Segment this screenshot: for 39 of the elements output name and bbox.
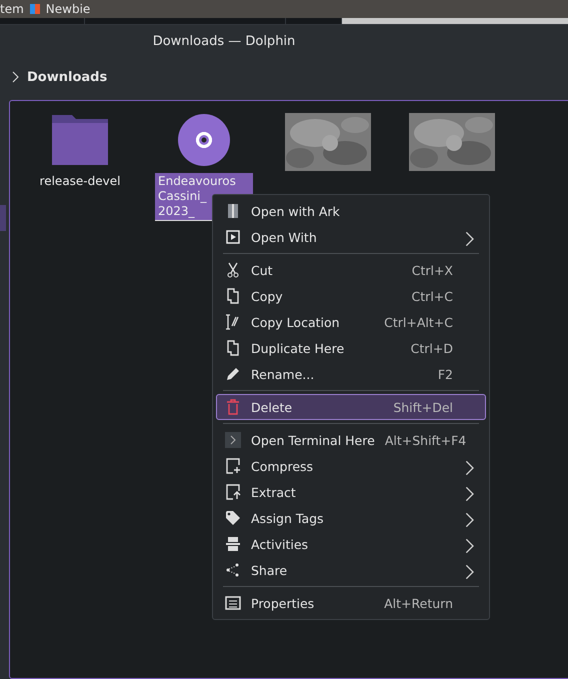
menu-item[interactable]: Duplicate Here Ctrl+D <box>216 335 486 361</box>
sidebar-highlight <box>0 205 6 231</box>
menu-item[interactable]: Open With <box>216 224 486 250</box>
menu-item[interactable]: Copy Location Ctrl+Alt+C <box>216 309 486 335</box>
menu-item[interactable]: Compress <box>216 453 486 479</box>
menu-item[interactable]: Cut Ctrl+X <box>216 257 486 283</box>
trash-icon <box>225 399 241 415</box>
play-icon <box>225 229 241 245</box>
text-cursor-icon <box>225 314 241 330</box>
extract-icon <box>225 484 241 500</box>
app-icon[interactable] <box>30 4 40 14</box>
terminal-icon <box>225 432 241 448</box>
menu-item[interactable]: Assign Tags <box>216 505 486 531</box>
tag-icon <box>225 510 241 526</box>
folder-icon[interactable] <box>50 113 110 167</box>
menu-item[interactable]: Properties Alt+Return <box>216 590 486 616</box>
file-name[interactable]: release-devel <box>36 173 124 190</box>
menu-item[interactable]: Share <box>216 557 486 583</box>
disc-icon[interactable] <box>177 113 231 167</box>
menu-item[interactable]: Extract <box>216 479 486 505</box>
compress-icon <box>225 458 241 474</box>
copy-icon <box>225 288 241 304</box>
menu-item[interactable]: Rename... F2 <box>216 361 486 387</box>
menu-item[interactable]: Copy Ctrl+C <box>216 283 486 309</box>
window-title: Downloads — Dolphin <box>152 34 296 48</box>
share-icon <box>225 562 241 578</box>
breadcrumb-item[interactable]: Downloads <box>27 70 108 84</box>
properties-icon <box>225 595 241 611</box>
copy-icon <box>225 340 241 356</box>
pencil-icon <box>225 366 241 382</box>
chevron-icon[interactable] <box>12 71 19 83</box>
panel-item[interactable]: Newbie <box>46 3 90 15</box>
activities-icon <box>225 536 241 552</box>
menu-item[interactable]: Delete Shift+Del <box>216 394 486 420</box>
archive-icon <box>225 203 241 219</box>
menu-item[interactable]: Activities <box>216 531 486 557</box>
scissors-icon <box>225 262 241 278</box>
panel-item[interactable]: tem <box>0 3 24 15</box>
menu-item[interactable]: Open Terminal Here Alt+Shift+F4 <box>216 427 486 453</box>
